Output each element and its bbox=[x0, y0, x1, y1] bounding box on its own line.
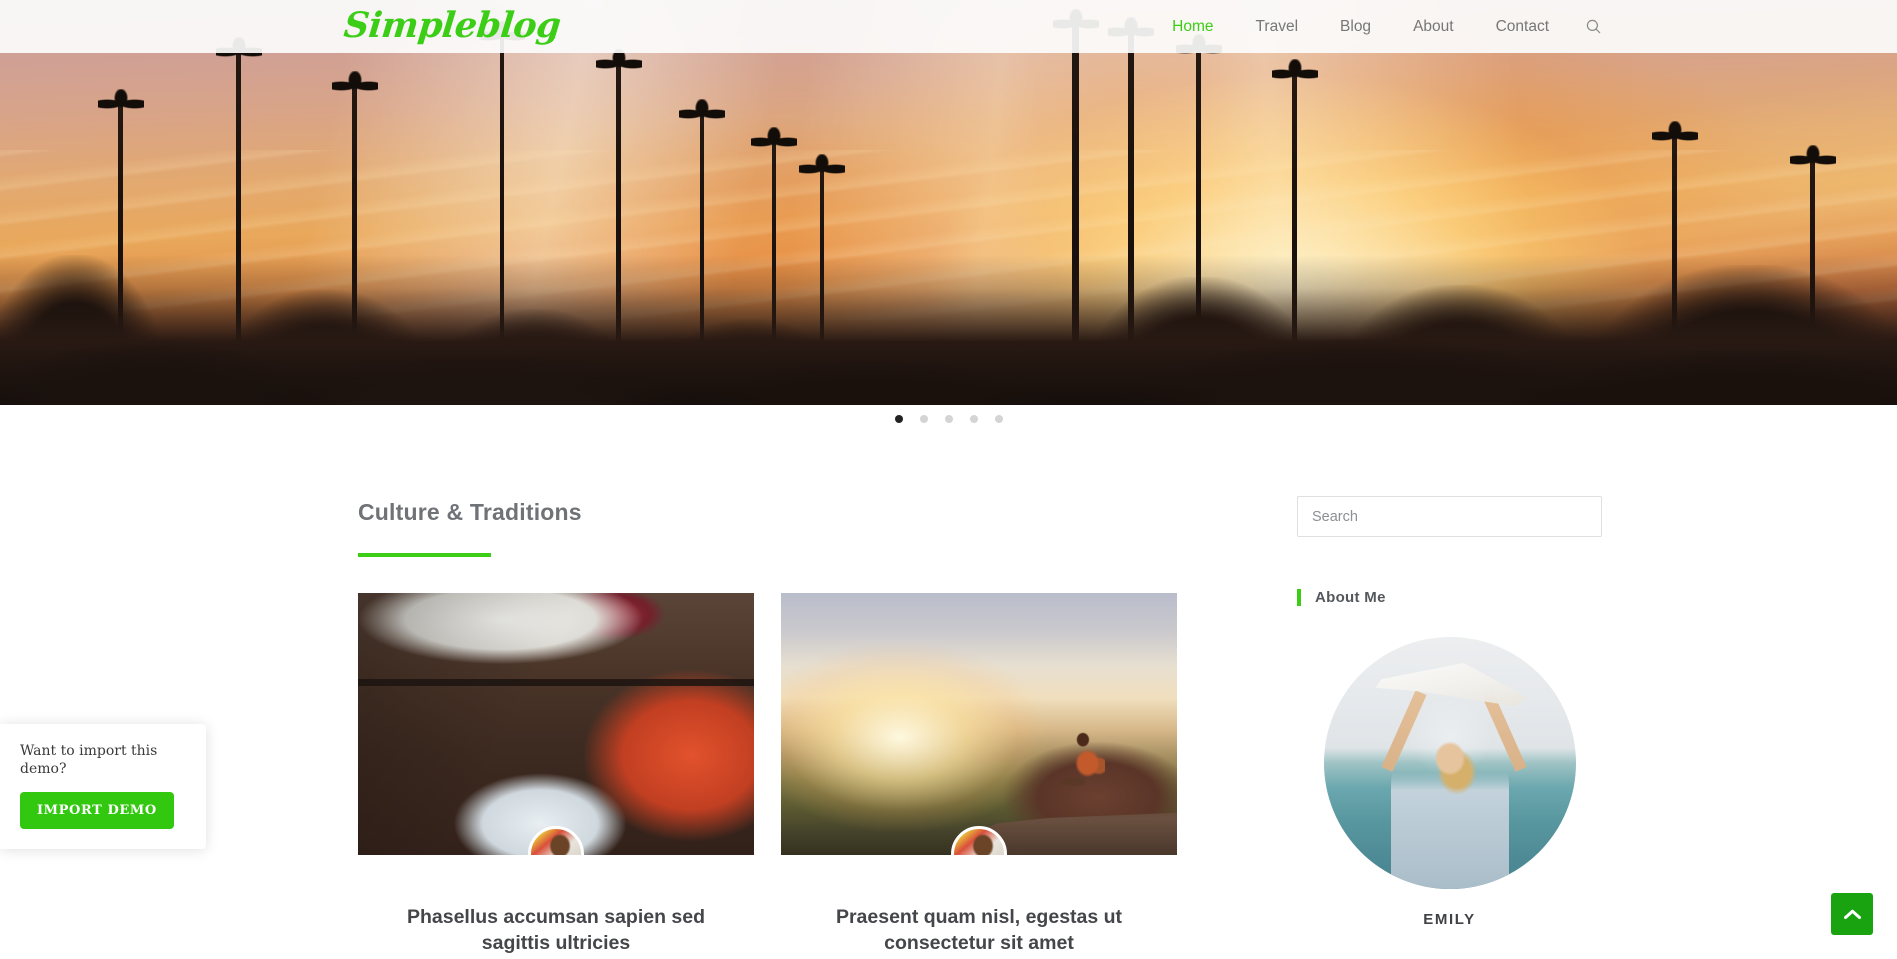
post-grid: Phasellus accumsan sapien sed sagittis u… bbox=[358, 593, 1216, 959]
content-area: Culture & Traditions Phasellus accumsan … bbox=[0, 455, 1897, 959]
nav-item-blog[interactable]: Blog bbox=[1319, 0, 1392, 53]
carousel-dot-2[interactable] bbox=[919, 415, 928, 423]
nav-item-travel[interactable]: Travel bbox=[1235, 0, 1320, 53]
main-column: Culture & Traditions Phasellus accumsan … bbox=[358, 455, 1216, 959]
profile-scarf bbox=[1375, 663, 1528, 707]
hero-slider[interactable] bbox=[0, 0, 1897, 405]
carousel-dot-4[interactable] bbox=[969, 415, 978, 423]
site-header: Simpleblog Home Travel Blog About Contac… bbox=[0, 0, 1897, 53]
hiker-figure bbox=[1059, 731, 1105, 793]
about-me-title: About Me bbox=[1297, 589, 1602, 606]
import-demo-popup: Want to import this demo? IMPORT DEMO bbox=[0, 724, 206, 849]
section-title: Culture & Traditions bbox=[358, 499, 582, 525]
site-logo[interactable]: Simpleblog bbox=[342, 3, 563, 49]
post-thumbnail[interactable] bbox=[358, 593, 754, 855]
nav-item-about[interactable]: About bbox=[1392, 0, 1475, 53]
carousel-pagination bbox=[0, 415, 1897, 423]
nav-item-home[interactable]: Home bbox=[1151, 0, 1234, 53]
import-demo-message: Want to import this demo? bbox=[20, 743, 158, 777]
import-demo-button[interactable]: IMPORT DEMO bbox=[20, 792, 174, 829]
about-me-widget: About Me EMILY bbox=[1297, 589, 1602, 928]
scroll-to-top-button[interactable] bbox=[1831, 893, 1873, 935]
post-thumbnail-image bbox=[358, 593, 754, 855]
search-icon bbox=[1586, 19, 1601, 34]
hero-foreground bbox=[0, 255, 1897, 405]
profile-photo bbox=[1323, 637, 1576, 889]
carousel-dot-5[interactable] bbox=[994, 415, 1003, 423]
post-title[interactable]: Phasellus accumsan sapien sed sagittis u… bbox=[358, 904, 754, 956]
profile-name: EMILY bbox=[1423, 911, 1476, 928]
section-title-underline bbox=[358, 553, 491, 557]
nav-item-contact[interactable]: Contact bbox=[1475, 0, 1570, 53]
post-thumbnail[interactable] bbox=[781, 593, 1177, 855]
post-thumbnail-image bbox=[781, 593, 1177, 855]
sidebar: About Me EMILY bbox=[1297, 455, 1602, 959]
post-card: Phasellus accumsan sapien sed sagittis u… bbox=[358, 593, 754, 959]
post-title[interactable]: Praesent quam nisl, egestas ut consectet… bbox=[781, 904, 1177, 956]
primary-navigation: Home Travel Blog About Contact bbox=[1151, 0, 1617, 53]
page-root: Simpleblog Home Travel Blog About Contac… bbox=[0, 0, 1897, 959]
search-toggle-button[interactable] bbox=[1570, 0, 1617, 53]
profile-person bbox=[1390, 739, 1509, 889]
search-input[interactable] bbox=[1298, 497, 1601, 536]
sidebar-search-box[interactable] bbox=[1297, 496, 1602, 537]
chevron-up-icon bbox=[1843, 909, 1861, 919]
post-card: Praesent quam nisl, egestas ut consectet… bbox=[781, 593, 1177, 959]
carousel-dot-1[interactable] bbox=[894, 415, 903, 423]
carousel-dot-3[interactable] bbox=[944, 415, 953, 423]
